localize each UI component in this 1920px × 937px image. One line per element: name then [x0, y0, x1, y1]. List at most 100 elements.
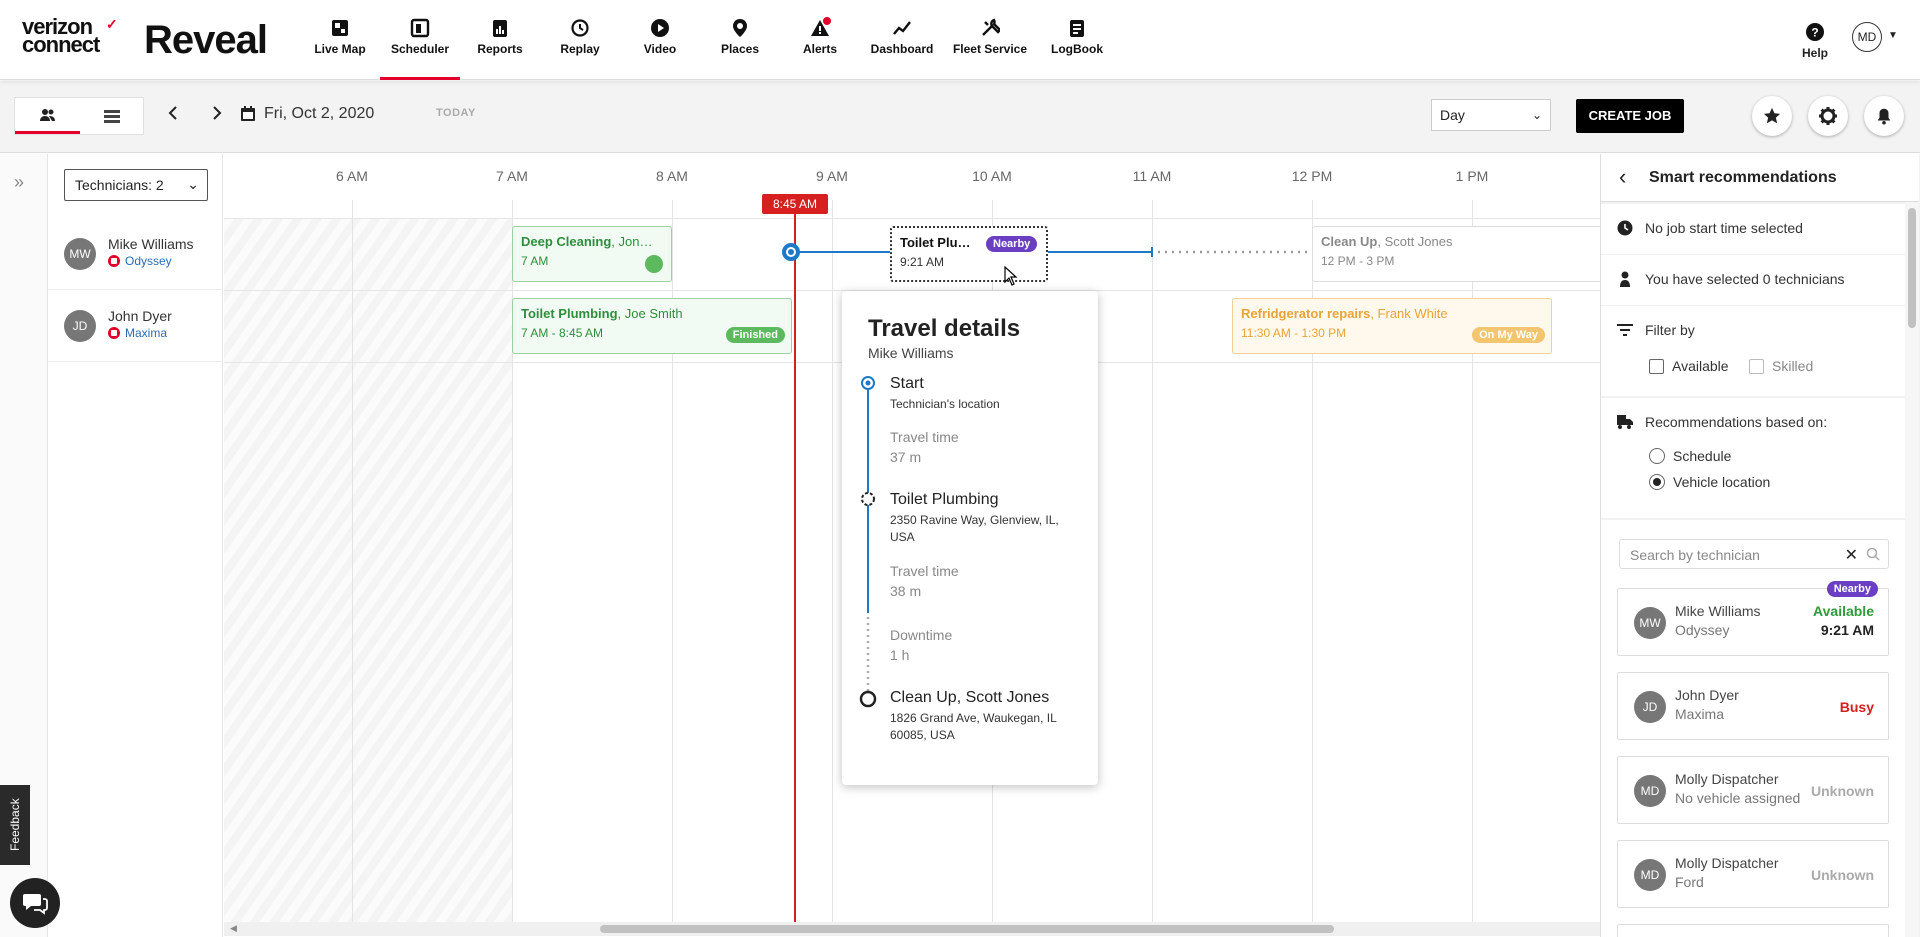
nav-label: Live Map [314, 42, 366, 56]
user-avatar[interactable]: MD [1852, 22, 1882, 52]
based-on-label: Recommendations based on: [1645, 414, 1828, 430]
segment-value: 38 m [890, 583, 922, 599]
job-card[interactable]: Clean Up, Scott Jones 12 PM - 3 PM [1312, 226, 1600, 282]
vehicle-location-radio[interactable]: Vehicle location [1649, 474, 1770, 490]
technicians-filter-select[interactable]: Technicians: 2 ⌄ [64, 169, 208, 201]
technician-view-button[interactable] [15, 98, 80, 134]
technician-row[interactable]: MW Mike Williams Odyssey [48, 218, 223, 290]
scrollbar-thumb[interactable] [1908, 208, 1916, 328]
search-placeholder: Search by technician [1630, 547, 1760, 563]
hour-gridline [832, 200, 833, 924]
nav-replay[interactable]: Replay [556, 18, 604, 80]
panel-header: ‹ Smart recommendations [1601, 154, 1919, 202]
vertical-scrollbar[interactable] [1905, 202, 1919, 937]
chat-icon [23, 894, 48, 915]
technician-recommendation-card[interactable]: JD John Dyer Maxima Busy [1617, 672, 1889, 740]
technician-row[interactable]: JD John Dyer Maxima [48, 290, 223, 362]
selected-technicians-text: You have selected 0 technicians [1645, 271, 1845, 287]
checkbox-box[interactable] [1649, 358, 1664, 374]
travel-step-job: Toilet Plumbing 2350 Ravine Way, Glenvie… [890, 491, 1059, 546]
video-icon [651, 19, 669, 37]
job-card[interactable]: Deep Cleaning, Jon… 7 AM [512, 226, 672, 282]
available-checkbox[interactable]: Available [1649, 358, 1729, 374]
nav-fleet-service[interactable]: Fleet Service [952, 18, 1028, 80]
nav-scheduler[interactable]: Scheduler [380, 18, 460, 80]
checkbox-box[interactable] [1749, 358, 1764, 374]
map-icon [332, 20, 348, 36]
verizon-connect-logo[interactable]: verizon connect ✓ [22, 16, 120, 58]
vehicle-link[interactable]: Maxima [108, 326, 167, 340]
nav-places[interactable]: Places [718, 18, 762, 80]
job-title: Toilet Plu… [900, 235, 971, 250]
vehicle-name: Odyssey [125, 254, 172, 268]
vehicle-link[interactable]: Odyssey [108, 254, 172, 268]
back-chevron-icon[interactable]: ‹ [1619, 164, 1626, 190]
technician-recommendation-card[interactable] [1617, 924, 1889, 937]
feedback-tab[interactable]: Feedback [0, 785, 30, 865]
help-icon: ? [1806, 23, 1824, 41]
user-menu-caret-icon[interactable]: ▼ [1888, 30, 1898, 41]
address-line: 1826 Grand Ave, Waukegan, IL [890, 711, 1057, 725]
vehicle-name: Maxima [125, 326, 168, 340]
previous-day-button[interactable] [168, 105, 178, 126]
vehicle-name: No vehicle assigned [1675, 790, 1801, 806]
help-button[interactable]: ? Help [1802, 22, 1828, 60]
selected-job-card[interactable]: Toilet Plu… 9:21 AM Nearby [890, 226, 1048, 282]
filter-icon [1617, 324, 1633, 336]
nav-live-map[interactable]: Live Map [312, 18, 368, 80]
scroll-left-icon[interactable]: ◀ [230, 923, 237, 934]
scrollbar-thumb[interactable] [600, 925, 1334, 933]
radio-button[interactable] [1649, 448, 1665, 464]
avatar: MW [1634, 607, 1666, 639]
chevron-down-icon: ⌄ [1531, 108, 1542, 122]
view-range-value: Day [1440, 107, 1465, 123]
list-view-button[interactable] [79, 98, 144, 134]
vehicle-name: Odyssey [1675, 622, 1730, 638]
list-icon [103, 109, 120, 123]
hour-gridline [1152, 200, 1153, 924]
horizontal-scrollbar[interactable]: ◀ [224, 922, 1600, 936]
vehicle-name: Ford [1675, 874, 1704, 890]
technician-search-input[interactable]: Search by technician ✕ [1619, 539, 1889, 569]
skilled-checkbox[interactable]: Skilled [1749, 358, 1813, 374]
alert-notification-dot [823, 17, 831, 25]
settings-button[interactable] [1808, 96, 1848, 136]
popup-technician: Mike Williams [868, 345, 954, 361]
search-icon [1866, 547, 1880, 561]
segment-label: Travel time [890, 429, 959, 445]
favorites-button[interactable] [1752, 96, 1792, 136]
technician-recommendation-card[interactable]: MD Molly Dispatcher Ford Unknown [1617, 840, 1889, 908]
nav-label: Replay [560, 42, 600, 56]
schedule-radio[interactable]: Schedule [1649, 448, 1731, 464]
dashboard-icon [893, 21, 911, 35]
step-title: Toilet Plumbing [890, 491, 999, 508]
technician-recommendation-card[interactable]: MW Mike Williams Odyssey Available 9:21 … [1617, 581, 1889, 656]
view-range-select[interactable]: Day ⌄ [1431, 99, 1551, 131]
nav-video[interactable]: Video [640, 18, 680, 80]
radio-button[interactable] [1649, 474, 1665, 490]
hour-gridline [352, 200, 353, 924]
date-picker[interactable]: Fri, Oct 2, 2020 [240, 105, 374, 123]
current-date: Fri, Oct 2, 2020 [264, 105, 375, 122]
nav-dashboard[interactable]: Dashboard [868, 18, 936, 80]
job-card[interactable]: Refridgerator repairs, Frank White 11:30… [1232, 298, 1552, 354]
avatar: MD [1634, 859, 1666, 891]
nav-logbook[interactable]: LogBook [1050, 18, 1104, 80]
today-button[interactable]: TODAY [436, 107, 476, 119]
start-time-text: No job start time selected [1645, 220, 1803, 236]
next-day-button[interactable] [212, 105, 222, 126]
create-job-button[interactable]: CREATE JOB [1576, 99, 1684, 133]
notifications-button[interactable] [1864, 96, 1904, 136]
logo-check: ✓ [106, 16, 118, 32]
nav-alerts[interactable]: Alerts [798, 17, 842, 80]
availability-status: Available [1813, 603, 1874, 619]
clear-search-icon[interactable]: ✕ [1845, 545, 1858, 565]
technician-recommendation-card[interactable]: MD Molly Dispatcher No vehicle assigned … [1617, 756, 1889, 824]
chat-button[interactable] [10, 878, 60, 928]
nav-reports[interactable]: Reports [474, 18, 526, 80]
expand-sidebar-icon[interactable]: » [14, 172, 24, 193]
job-card[interactable]: Toilet Plumbing, Joe Smith 7 AM - 8:45 A… [512, 298, 792, 354]
finished-badge: Finished [725, 327, 785, 343]
technician-name: Mike Williams [108, 236, 194, 252]
radio-label: Schedule [1673, 448, 1732, 464]
